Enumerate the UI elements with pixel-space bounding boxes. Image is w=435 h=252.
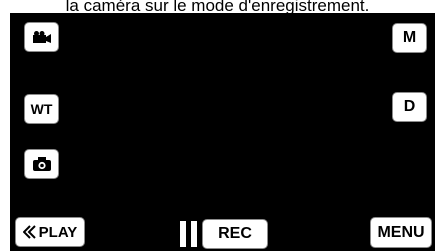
playback-label: PLAY [38, 223, 78, 241]
movie-mode-button[interactable] [24, 22, 59, 52]
zoom-button[interactable]: WT [24, 94, 59, 124]
camera-lcd-screen: M WT D PLAY REC MENU [10, 13, 435, 251]
still-camera-icon [32, 157, 51, 171]
still-mode-button[interactable] [24, 149, 59, 179]
playback-button[interactable]: PLAY [15, 217, 85, 247]
movie-camera-icon [32, 31, 51, 43]
double-chevron-left-icon [22, 225, 37, 239]
manual-mode-button[interactable]: M [392, 23, 427, 53]
menu-button[interactable]: MENU [370, 217, 432, 248]
display-button[interactable]: D [392, 92, 427, 122]
pause-icon [179, 221, 199, 252]
record-button[interactable]: REC [202, 219, 268, 249]
